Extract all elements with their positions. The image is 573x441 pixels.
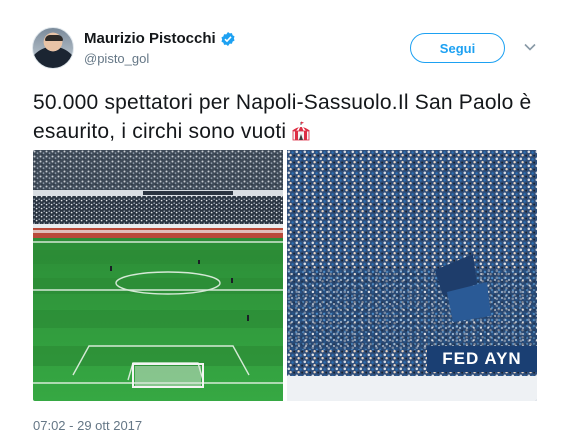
tweet-card: Maurizio Pistocchi @pisto_gol Segui 50.0… bbox=[0, 0, 573, 441]
follow-button[interactable]: Segui bbox=[410, 33, 505, 63]
author-name-row: Maurizio Pistocchi bbox=[84, 30, 236, 47]
chevron-down-icon[interactable] bbox=[521, 38, 539, 56]
verified-badge-icon bbox=[221, 31, 235, 46]
avatar[interactable] bbox=[32, 27, 74, 69]
tweet-text-body: 50.000 spettatori per Napoli-Sassuolo.Il… bbox=[33, 91, 532, 143]
author-handle[interactable]: @pisto_gol bbox=[84, 51, 149, 66]
tweet-timestamp[interactable]: 07:02 - 29 ott 2017 bbox=[33, 418, 142, 433]
author-name[interactable]: Maurizio Pistocchi bbox=[84, 30, 216, 47]
tweet-media[interactable]: FED AYN bbox=[33, 150, 537, 401]
tweet-text: 50.000 spettatori per Napoli-Sassuolo.Il… bbox=[33, 88, 543, 146]
circus-tent-icon bbox=[292, 121, 311, 141]
stadium-pitch-photo[interactable] bbox=[33, 150, 283, 401]
crowd-banner-text: FED AYN bbox=[442, 349, 522, 368]
